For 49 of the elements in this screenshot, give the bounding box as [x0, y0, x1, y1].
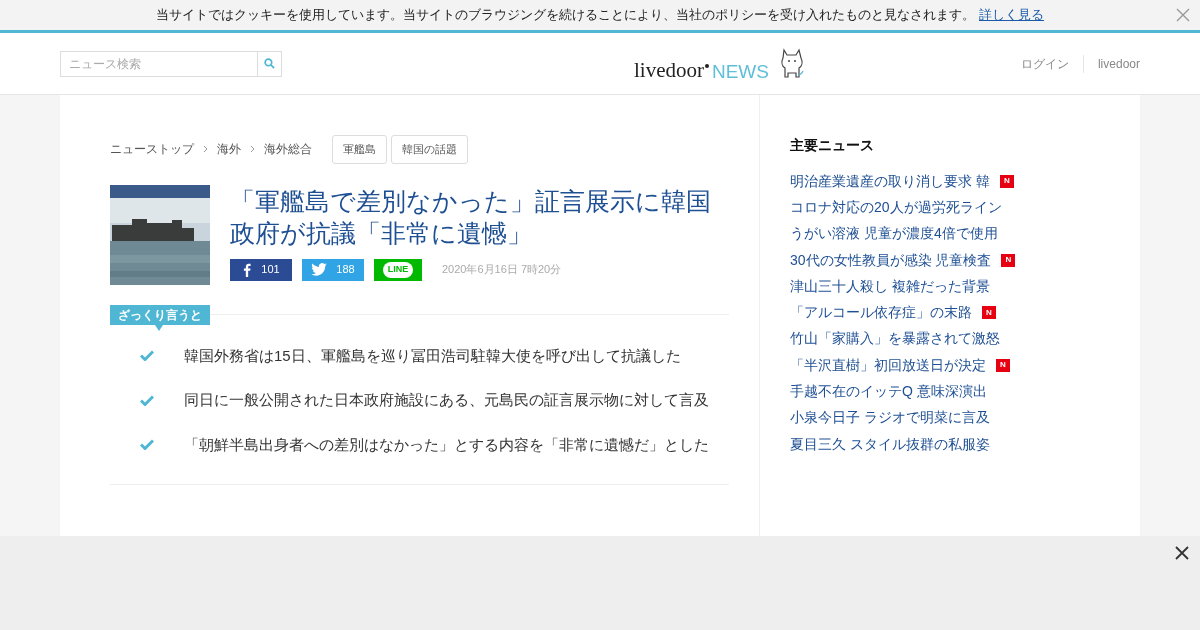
dog-icon	[778, 46, 805, 81]
breadcrumb-link[interactable]: ニューストップ	[110, 140, 194, 159]
search-field[interactable]: ニュース検索	[60, 50, 258, 77]
search-button[interactable]	[258, 50, 282, 77]
news-link[interactable]: 「半沢直樹」初回放送日が決定	[790, 354, 986, 376]
article-title: 「軍艦島で差別なかった」証言展示に韓国政府が抗議「非常に遺憾」	[230, 185, 712, 249]
summary-point: 「朝鮮半島出身者への差別はなかった」とする内容を「非常に遺憾だ」とした	[184, 434, 709, 455]
tag-chip[interactable]: 軍艦島	[332, 135, 387, 164]
logo-product: NEWS	[711, 61, 769, 81]
pointer-mark	[155, 324, 163, 331]
news-link[interactable]: 小泉今日子 ラジオで明菜に言及	[790, 407, 990, 429]
new-badge: N	[999, 174, 1014, 188]
share-button[interactable]: 101	[230, 258, 292, 281]
chevron-icon	[250, 145, 255, 154]
news-link[interactable]: うがい溶液 児童が濃度4倍で使用	[790, 223, 998, 245]
new-badge: N	[1001, 253, 1016, 267]
header-link[interactable]: ログイン	[1006, 54, 1083, 73]
check-icon	[140, 350, 154, 362]
logo-brand: livedoor	[634, 59, 704, 81]
bird-icon	[311, 263, 328, 276]
summary-point: 同日に一般公開された日本政府施設にある、元島民の証言展示物に対して言及	[184, 390, 709, 410]
news-link[interactable]: 30代の女性教員が感染 児童検査	[790, 249, 992, 271]
news-link[interactable]: 竹山「家購入」を暴露されて激怒	[790, 328, 1000, 350]
news-link[interactable]: 手越不在のイッテQ 意味深演出	[790, 381, 987, 402]
news-link[interactable]: 明治産業遺産の取り消し要求 韓	[790, 170, 990, 192]
line-logo: LINE	[383, 261, 413, 278]
breadcrumb-link[interactable]: 海外	[217, 140, 241, 159]
dot-icon	[704, 63, 709, 68]
facebook-icon	[242, 262, 253, 277]
news-link[interactable]: コロナ対応の20人が過労死ライン	[790, 196, 1002, 218]
news-link[interactable]: 津山三十人殺し 複雑だった背景	[790, 275, 990, 297]
new-badge: N	[996, 358, 1010, 372]
sidebar-title: 主要ニュース	[790, 136, 875, 155]
new-badge: N	[982, 306, 996, 320]
search-icon	[264, 58, 275, 69]
check-icon	[140, 439, 154, 451]
check-icon	[140, 394, 154, 406]
news-link[interactable]: 夏目三久 スタイル抜群の私服姿	[790, 433, 990, 455]
publish-date: 2020年6月16日 7時20分	[442, 262, 562, 278]
chevron-icon	[203, 145, 208, 154]
summary-point: 韓国外務省は15日、軍艦島を巡り冨田浩司駐韓大使を呼び出して抗議した	[184, 345, 681, 366]
cookie-message: 当サイトではクッキーを使用しています。当サイトのブラウジングを続けることにより、当社のポリシーを受け入れたものと見なされます。	[156, 6, 975, 25]
news-link[interactable]: 「アルコール依存症」の末路	[790, 302, 972, 324]
close-icon[interactable]	[1175, 546, 1189, 560]
summary-label: ざっくり言うと	[110, 304, 210, 325]
header-link[interactable]: livedoor	[1082, 54, 1140, 73]
breadcrumb-link[interactable]: 海外総合	[264, 140, 312, 159]
tag-chip[interactable]: 韓国の話題	[391, 135, 468, 164]
details-link[interactable]: 詳しく見る	[979, 5, 1044, 25]
